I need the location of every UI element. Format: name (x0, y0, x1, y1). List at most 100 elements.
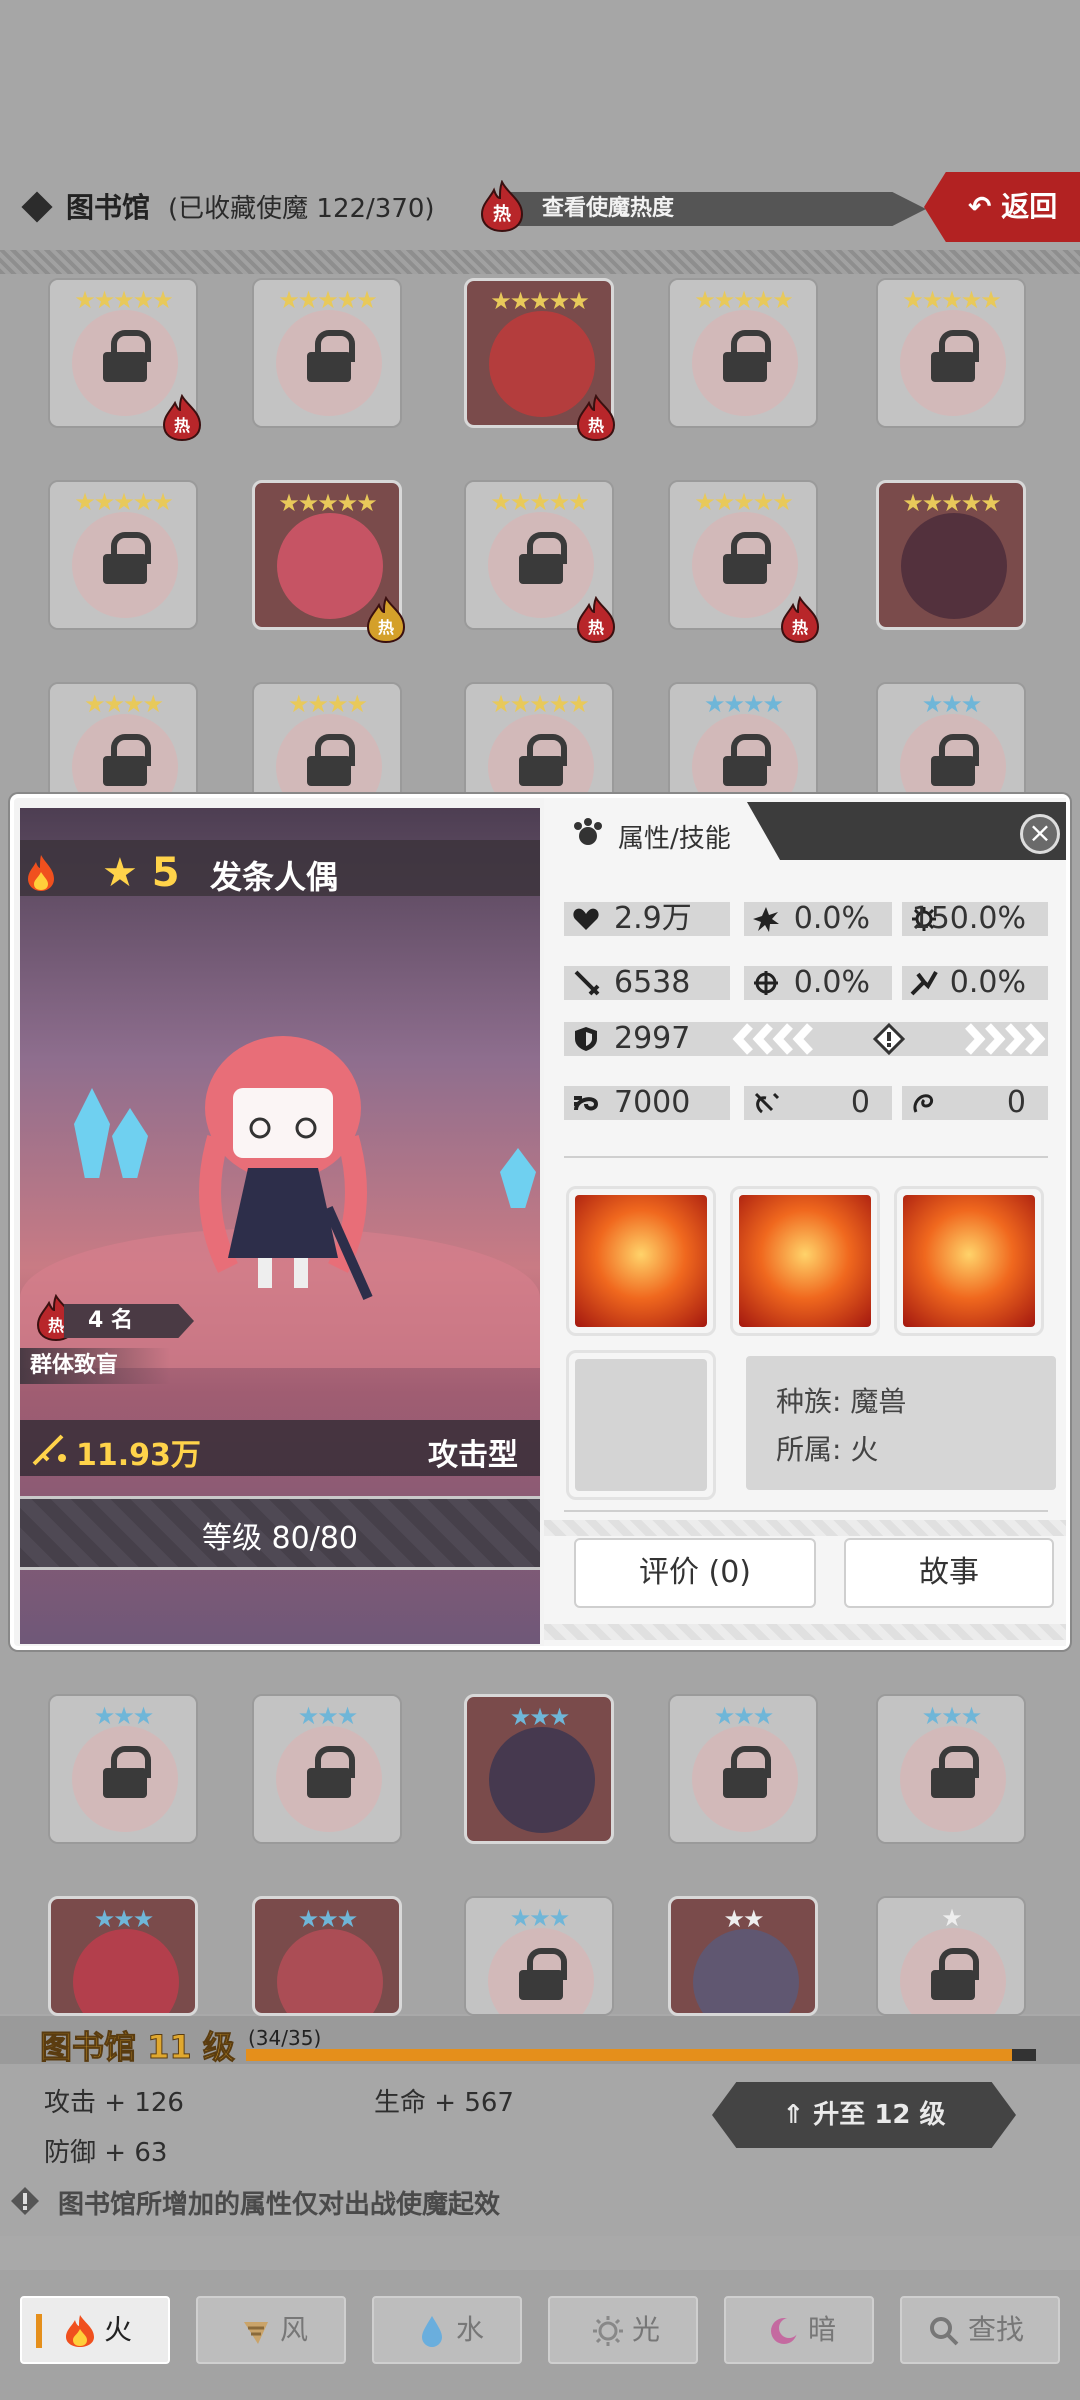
element-tabs: 火 风 水 光 暗 查找 (0, 2270, 1080, 2400)
star-rating-icon: ★ (941, 1904, 963, 1932)
stat-defense-value: 2997 (614, 1021, 691, 1056)
empty-slot-icon (575, 1359, 707, 1491)
swirl-icon (913, 1094, 934, 1113)
star-rating-icon: ★★★ (921, 690, 983, 718)
hot-badge-text: 热 (174, 416, 190, 435)
back-button[interactable]: ↶ 返回 (924, 172, 1080, 242)
familiar-card[interactable]: ★★★ (464, 1694, 614, 1844)
hot-flame-icon: 热 (162, 394, 202, 442)
hot-flame-icon: 热 (576, 596, 616, 644)
star-level: ★ 5 (102, 850, 180, 896)
library-defense-bonus: 防御 + 63 (44, 2138, 168, 2168)
skill-slot-1[interactable] (566, 1186, 716, 1336)
hot-flame-icon: 热 (366, 596, 406, 644)
sword-icon (574, 970, 600, 996)
lock-icon (723, 1746, 771, 1798)
dodge-icon (910, 971, 938, 996)
tab-dark[interactable]: 暗 (724, 2296, 874, 2364)
review-button[interactable]: 评价 (0) (574, 1538, 816, 1608)
star-rating-icon: ★★★★★ (74, 488, 174, 516)
familiar-card[interactable]: ★★★ (48, 1694, 198, 1844)
divider (564, 1510, 1048, 1512)
flame-icon (66, 2315, 94, 2347)
stat-hit: 0.0% (744, 966, 892, 1000)
familiar-card[interactable]: ★★★ (252, 1896, 402, 2016)
library-hp-bonus: 生命 + 567 (374, 2088, 514, 2118)
stat-hp: 2.9万 (564, 902, 730, 936)
star-rating-icon: ★★★ (93, 1702, 155, 1730)
familiar-card[interactable]: ★★★ (668, 1694, 818, 1844)
familiar-card[interactable]: ★★★★★ (48, 480, 198, 630)
tab-search[interactable]: 查找 (900, 2296, 1060, 2364)
familiar-info-box: 种族: 魔兽 所属: 火 (746, 1356, 1056, 1490)
familiar-card[interactable]: ★★★★★ (668, 278, 818, 428)
active-accent (36, 2314, 42, 2348)
star-rating-icon: ★★★★★ (902, 489, 1002, 517)
star-rating-icon: ★★★ (93, 1905, 155, 1933)
lock-icon (931, 734, 979, 786)
familiar-card[interactable]: ★★★★★ (252, 278, 402, 428)
library-attack-bonus: 攻击 + 126 (44, 2088, 184, 2118)
fire-element-icon (28, 855, 54, 891)
upgrade-button[interactable]: ⇑ 升至 12 级 (712, 2082, 1016, 2148)
lock-icon (307, 1746, 355, 1798)
tab-light[interactable]: 光 (548, 2296, 698, 2364)
upgrade-label: 升至 12 级 (813, 2100, 946, 2130)
familiar-card[interactable]: ★★ (668, 1896, 818, 2016)
familiar-level: 等级 80/80 (202, 1521, 358, 1556)
hot-badge-text: 热 (378, 618, 394, 637)
race-line: 种族: 魔兽 (776, 1385, 907, 1418)
star-rating-icon: ★★★ (509, 1904, 571, 1932)
library-progress-bar (246, 2049, 1036, 2061)
familiar-card[interactable]: ★★★ (876, 1694, 1026, 1844)
familiar-card[interactable]: ★★★ (464, 1896, 614, 2016)
attributes-panel: 属性/技能 × 2.9万 0.0% 150.0% 6538 0.0% 0.0% (544, 798, 1066, 1646)
familiar-card[interactable]: ★★★★★ (876, 278, 1026, 428)
skill-tag: 群体致盲 (20, 1348, 170, 1384)
familiar-card[interactable]: ★★★★★ (876, 480, 1026, 630)
lock-icon (723, 734, 771, 786)
hot-flame-icon: 热 (780, 596, 820, 644)
stat-hp-value: 2.9万 (614, 901, 692, 936)
wind-icon (244, 2322, 268, 2344)
story-button[interactable]: 故事 (844, 1538, 1054, 1608)
stat-resist-1: 0 (744, 1086, 892, 1120)
lock-icon (103, 532, 151, 584)
lock-icon (519, 532, 567, 584)
burst-icon (753, 907, 779, 932)
star-rating-icon: ★★★★ (703, 690, 784, 718)
close-button[interactable]: × (1020, 814, 1060, 854)
crossed-blades-skill-icon (575, 1195, 707, 1327)
hot-badge-text: 热 (588, 416, 604, 435)
lock-icon (723, 532, 771, 584)
tab-fire[interactable]: 火 (20, 2296, 170, 2364)
tab-water[interactable]: 水 (372, 2296, 522, 2364)
tab-label: 风 (280, 2313, 309, 2346)
header: 图书馆 (已收藏使魔 122/370) 查看使魔热度 热 ↶ 返回 (0, 0, 1080, 250)
zigzag-decoration (544, 1624, 1066, 1640)
star-rating-icon: ★★★★★ (490, 488, 590, 516)
tab-attributes-skills[interactable]: 属性/技能 (544, 802, 780, 860)
collection-count: (已收藏使魔 122/370) (168, 194, 435, 224)
search-icon (930, 2317, 959, 2346)
familiar-name: 发条人偶 (210, 858, 339, 896)
lock-icon (931, 330, 979, 382)
hot-flame-icon: 热 (576, 394, 616, 442)
star-rating-icon: ★★★★★ (278, 286, 378, 314)
skill-slot-2[interactable] (730, 1186, 880, 1336)
lock-icon (103, 330, 151, 382)
skill-slot-3[interactable] (894, 1186, 1044, 1336)
stat-crit: 0.0% (744, 902, 892, 936)
tab-label: 查找 (968, 2313, 1025, 2346)
familiar-card[interactable]: ★ (876, 1896, 1026, 2016)
familiar-card[interactable]: ★★★ (48, 1896, 198, 2016)
familiar-card[interactable]: ★★★ (252, 1694, 402, 1844)
library-progress-fill (246, 2049, 1013, 2061)
star-rating-icon: ★★★★★ (694, 286, 794, 314)
hot-badge-text: 热 (792, 618, 808, 637)
skill-slot-empty (566, 1350, 716, 1500)
lock-icon (723, 330, 771, 382)
tab-wind[interactable]: 风 (196, 2296, 346, 2364)
belong-line: 所属: 火 (776, 1433, 879, 1466)
star-rating-icon: ★★★★★ (74, 286, 174, 314)
